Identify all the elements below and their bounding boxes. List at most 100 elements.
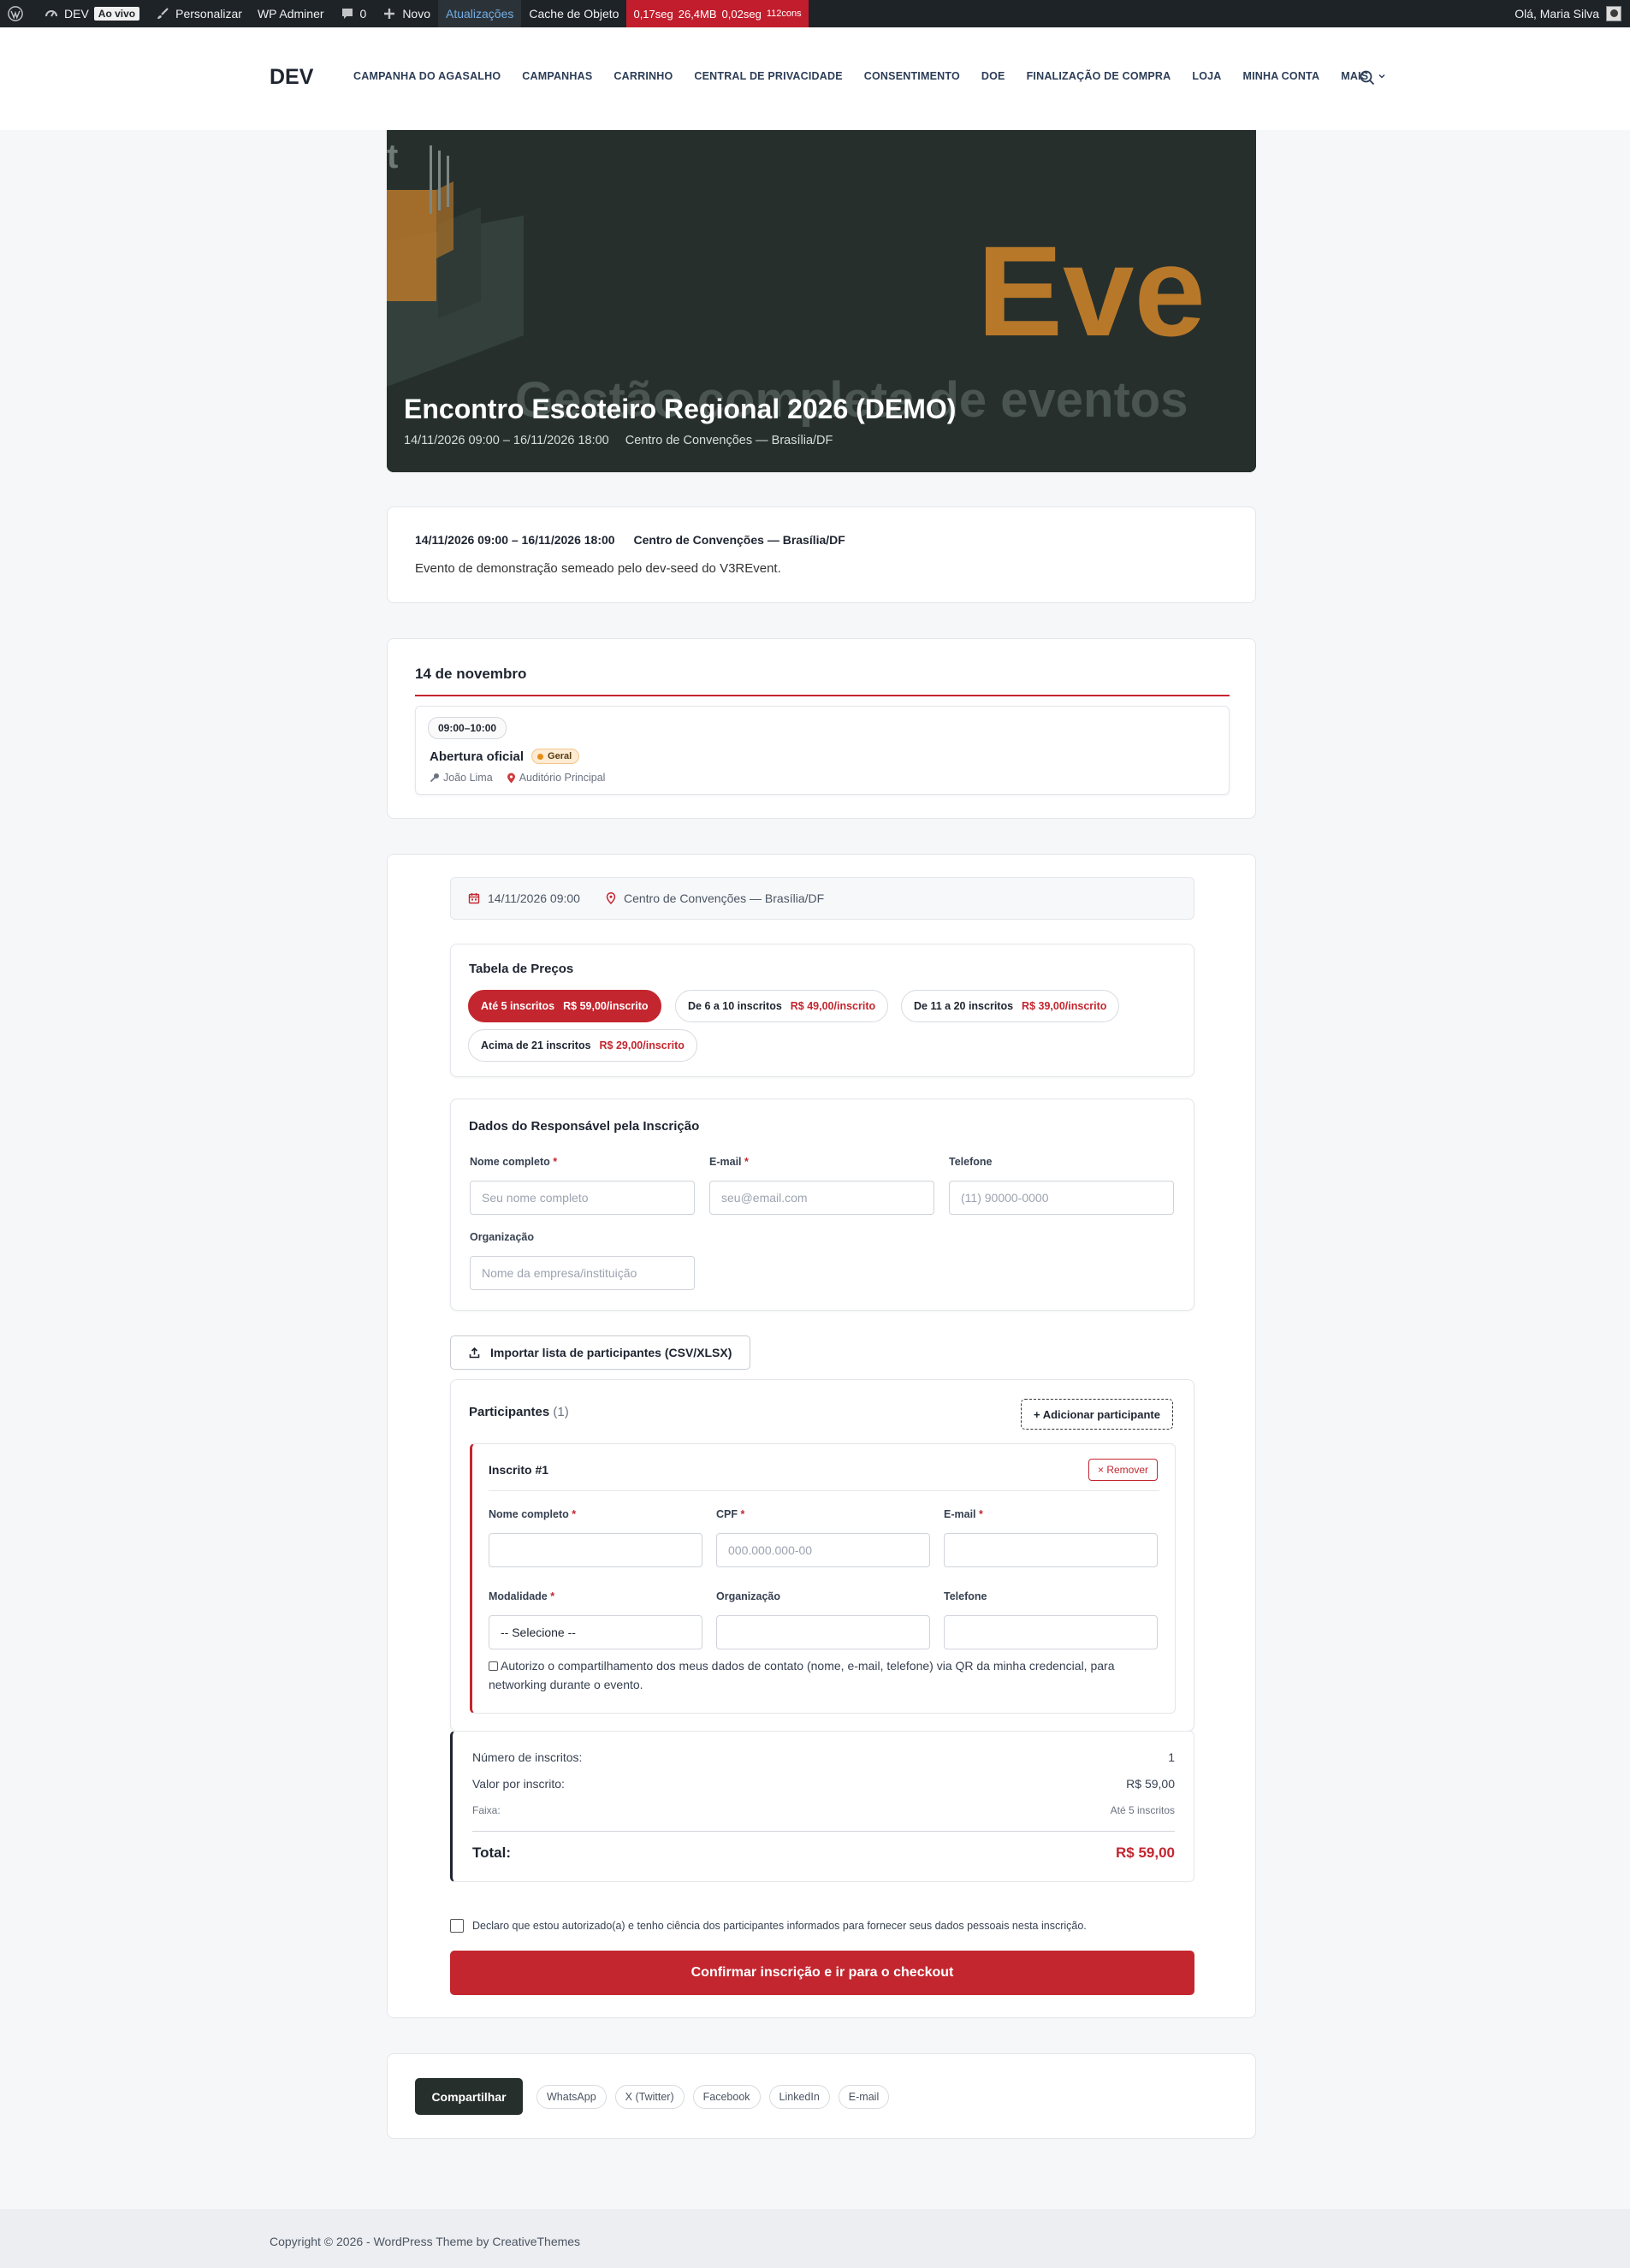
nav-item-loja[interactable]: LOJA xyxy=(1192,70,1221,82)
registration-when-bar: 14/11/2026 09:00 Centro de Convenções — … xyxy=(450,877,1194,920)
participants-section: Participantes (1) + Adicionar participan… xyxy=(450,1379,1194,1732)
session-meta: João Lima Auditório Principal xyxy=(430,772,605,784)
session-speaker-name: João Lima xyxy=(443,772,493,784)
participant-cpf-input[interactable]: 000.000.000-00 xyxy=(716,1533,930,1567)
nav-item-campanha-do-agasalho[interactable]: CAMPANHA DO AGASALHO xyxy=(353,70,501,82)
share-linkedin[interactable]: LinkedIn xyxy=(768,2085,830,2109)
updates-link[interactable]: Atualizações xyxy=(438,0,522,27)
session-room: Auditório Principal xyxy=(507,772,606,784)
registration-location: Centro de Convenções — Brasília/DF xyxy=(606,891,824,905)
nav-item-consentimento[interactable]: CONSENTIMENTO xyxy=(864,70,960,82)
registration-date: 14/11/2026 09:00 xyxy=(468,891,580,905)
perf-db-time: 0,02seg xyxy=(721,7,762,21)
wordpress-logo-menu[interactable] xyxy=(0,0,36,27)
tier-label: Acima de 21 inscritos xyxy=(481,1039,591,1051)
session-speaker: João Lima xyxy=(430,772,493,784)
perf-time: 0,17seg xyxy=(633,7,673,21)
order-summary: Número de inscritos: 1 Valor por inscrit… xyxy=(450,1731,1194,1882)
nav-item-carrinho[interactable]: CARRINHO xyxy=(613,70,673,82)
updates-label: Atualizações xyxy=(446,7,514,21)
participants-count: (1) xyxy=(553,1405,569,1419)
share-facebook[interactable]: Facebook xyxy=(692,2085,761,2109)
share-contact-consent: Autorizo o compartilhamento dos meus dad… xyxy=(489,1656,1156,1694)
declaration-consent: Declaro que estou autorizado(a) e tenho … xyxy=(450,1919,1087,1933)
summary-total-value: R$ 59,00 xyxy=(1116,1845,1175,1861)
registration-location-text: Centro de Convenções — Brasília/DF xyxy=(623,891,825,905)
my-account-menu[interactable]: Olá, Maria Silva xyxy=(1514,6,1630,21)
tier-label: De 6 a 10 inscritos xyxy=(688,1000,782,1012)
participant-name-input[interactable] xyxy=(489,1533,702,1567)
summary-count-row: Número de inscritos: 1 xyxy=(472,1750,1175,1764)
pricing-tier-3[interactable]: De 11 a 20 inscritos R$ 39,00/inscrito xyxy=(901,990,1120,1022)
responsible-email-input[interactable]: seu@email.com xyxy=(709,1181,934,1215)
nav-item-minha-conta[interactable]: MINHA CONTA xyxy=(1243,70,1320,82)
share-whatsapp[interactable]: WhatsApp xyxy=(536,2085,607,2109)
customize-link[interactable]: Personalizar xyxy=(147,0,250,27)
nav-item-central-de-privacidade[interactable]: CENTRAL DE PRIVACIDADE xyxy=(694,70,842,82)
participant-item-title: Inscrito #1 xyxy=(489,1463,549,1477)
new-label: Novo xyxy=(402,7,430,21)
search-icon[interactable] xyxy=(1359,69,1376,86)
nav-item-doe[interactable]: DOE xyxy=(981,70,1005,82)
tier-price: R$ 59,00/inscrito xyxy=(563,1000,649,1012)
schedule-day-divider xyxy=(415,695,1230,696)
pricing-tier-1[interactable]: Até 5 inscritos R$ 59,00/inscrito xyxy=(468,990,661,1022)
pricing-title: Tabela de Preços xyxy=(469,962,574,976)
plus-icon xyxy=(382,6,397,21)
import-participants-button[interactable]: Importar lista de participantes (CSV/XLS… xyxy=(450,1335,750,1370)
responsible-org-input[interactable]: Nome da empresa/instituição xyxy=(470,1256,695,1290)
add-participant-button[interactable]: + Adicionar participante xyxy=(1021,1399,1173,1430)
responsible-org-label: Organização xyxy=(470,1231,535,1243)
share-email[interactable]: E-mail xyxy=(838,2085,890,2109)
participant-phone-input[interactable] xyxy=(944,1615,1158,1649)
participant-modality-select[interactable]: -- Selecione -- xyxy=(489,1615,702,1649)
session-category: Geral xyxy=(548,751,572,761)
tier-price: R$ 29,00/inscrito xyxy=(599,1039,685,1051)
participant-org-label: Organização xyxy=(716,1590,781,1602)
share-contact-checkbox[interactable] xyxy=(489,1661,498,1671)
responsible-name-input[interactable]: Seu nome completo xyxy=(470,1181,695,1215)
share-contact-consent-text: Autorizo o compartilhamento dos meus dad… xyxy=(489,1659,1115,1691)
customize-label: Personalizar xyxy=(175,7,242,21)
comments-link[interactable]: 0 xyxy=(332,0,375,27)
pricing-tier-2[interactable]: De 6 a 10 inscritos R$ 49,00/inscrito xyxy=(675,990,889,1022)
session-room-name: Auditório Principal xyxy=(519,772,606,784)
share-twitter[interactable]: X (Twitter) xyxy=(614,2085,685,2109)
participant-modality-label: Modalidade * xyxy=(489,1590,555,1602)
map-pin-icon xyxy=(507,773,515,783)
event-hero-location: Centro de Convenções — Brasília/DF xyxy=(625,434,833,447)
query-monitor-stats[interactable]: 0,17seg 26,4MB 0,02seg 112cons xyxy=(626,0,809,27)
wordpress-icon xyxy=(8,6,23,21)
summary-unit-value: R$ 59,00 xyxy=(1126,1777,1175,1791)
summary-tier-label: Faixa: xyxy=(472,1804,501,1816)
participants-title: Participantes xyxy=(469,1405,550,1419)
responsible-name-label: Nome completo * xyxy=(470,1156,558,1168)
confirm-checkout-button[interactable]: Confirmar inscrição e ir para o checkout xyxy=(450,1951,1194,1995)
participant-email-label: E-mail * xyxy=(944,1508,983,1520)
tier-price: R$ 39,00/inscrito xyxy=(1022,1000,1107,1012)
pricing-tier-4[interactable]: Acima de 21 inscritos R$ 29,00/inscrito xyxy=(468,1029,697,1062)
event-hero-dates: 14/11/2026 09:00 – 16/11/2026 18:00 xyxy=(404,434,609,447)
share-button[interactable]: Compartilhar xyxy=(415,2078,523,2115)
pricing-table: Tabela de Preços Até 5 inscritos R$ 59,0… xyxy=(450,944,1194,1077)
participant-email-input[interactable] xyxy=(944,1533,1158,1567)
registration-date-text: 14/11/2026 09:00 xyxy=(488,891,580,905)
nav-item-campanhas[interactable]: CAMPANHAS xyxy=(522,70,592,82)
event-info-card: 14/11/2026 09:00 – 16/11/2026 18:00 Cent… xyxy=(387,506,1256,603)
new-content-menu[interactable]: Novo xyxy=(374,0,438,27)
declaration-checkbox[interactable] xyxy=(450,1919,464,1933)
comments-count: 0 xyxy=(359,7,367,21)
participant-org-input[interactable] xyxy=(716,1615,930,1649)
schedule-card: 14 de novembro 09:00–10:00 Abertura ofic… xyxy=(387,638,1256,819)
wp-adminer-link[interactable]: WP Adminer xyxy=(250,0,332,27)
remove-participant-button[interactable]: × Remover xyxy=(1088,1459,1158,1481)
nav-item-finalizacao-de-compra[interactable]: FINALIZAÇÃO DE COMPRA xyxy=(1027,70,1171,82)
responsible-phone-input[interactable]: (11) 90000-0000 xyxy=(949,1181,1174,1215)
site-logo[interactable]: DEV xyxy=(270,65,313,90)
event-hero-meta: 14/11/2026 09:00 – 16/11/2026 18:00 Cent… xyxy=(404,434,845,447)
site-name-menu[interactable]: DEV Ao vivo xyxy=(36,0,147,27)
participant-item: Inscrito #1 × Remover Nome completo * CP… xyxy=(470,1443,1176,1714)
site-header: DEV CAMPANHA DO AGASALHO CAMPANHAS CARRI… xyxy=(0,27,1630,130)
responsible-phone-label: Telefone xyxy=(949,1156,993,1168)
object-cache-link[interactable]: Cache de Objeto xyxy=(521,0,626,27)
